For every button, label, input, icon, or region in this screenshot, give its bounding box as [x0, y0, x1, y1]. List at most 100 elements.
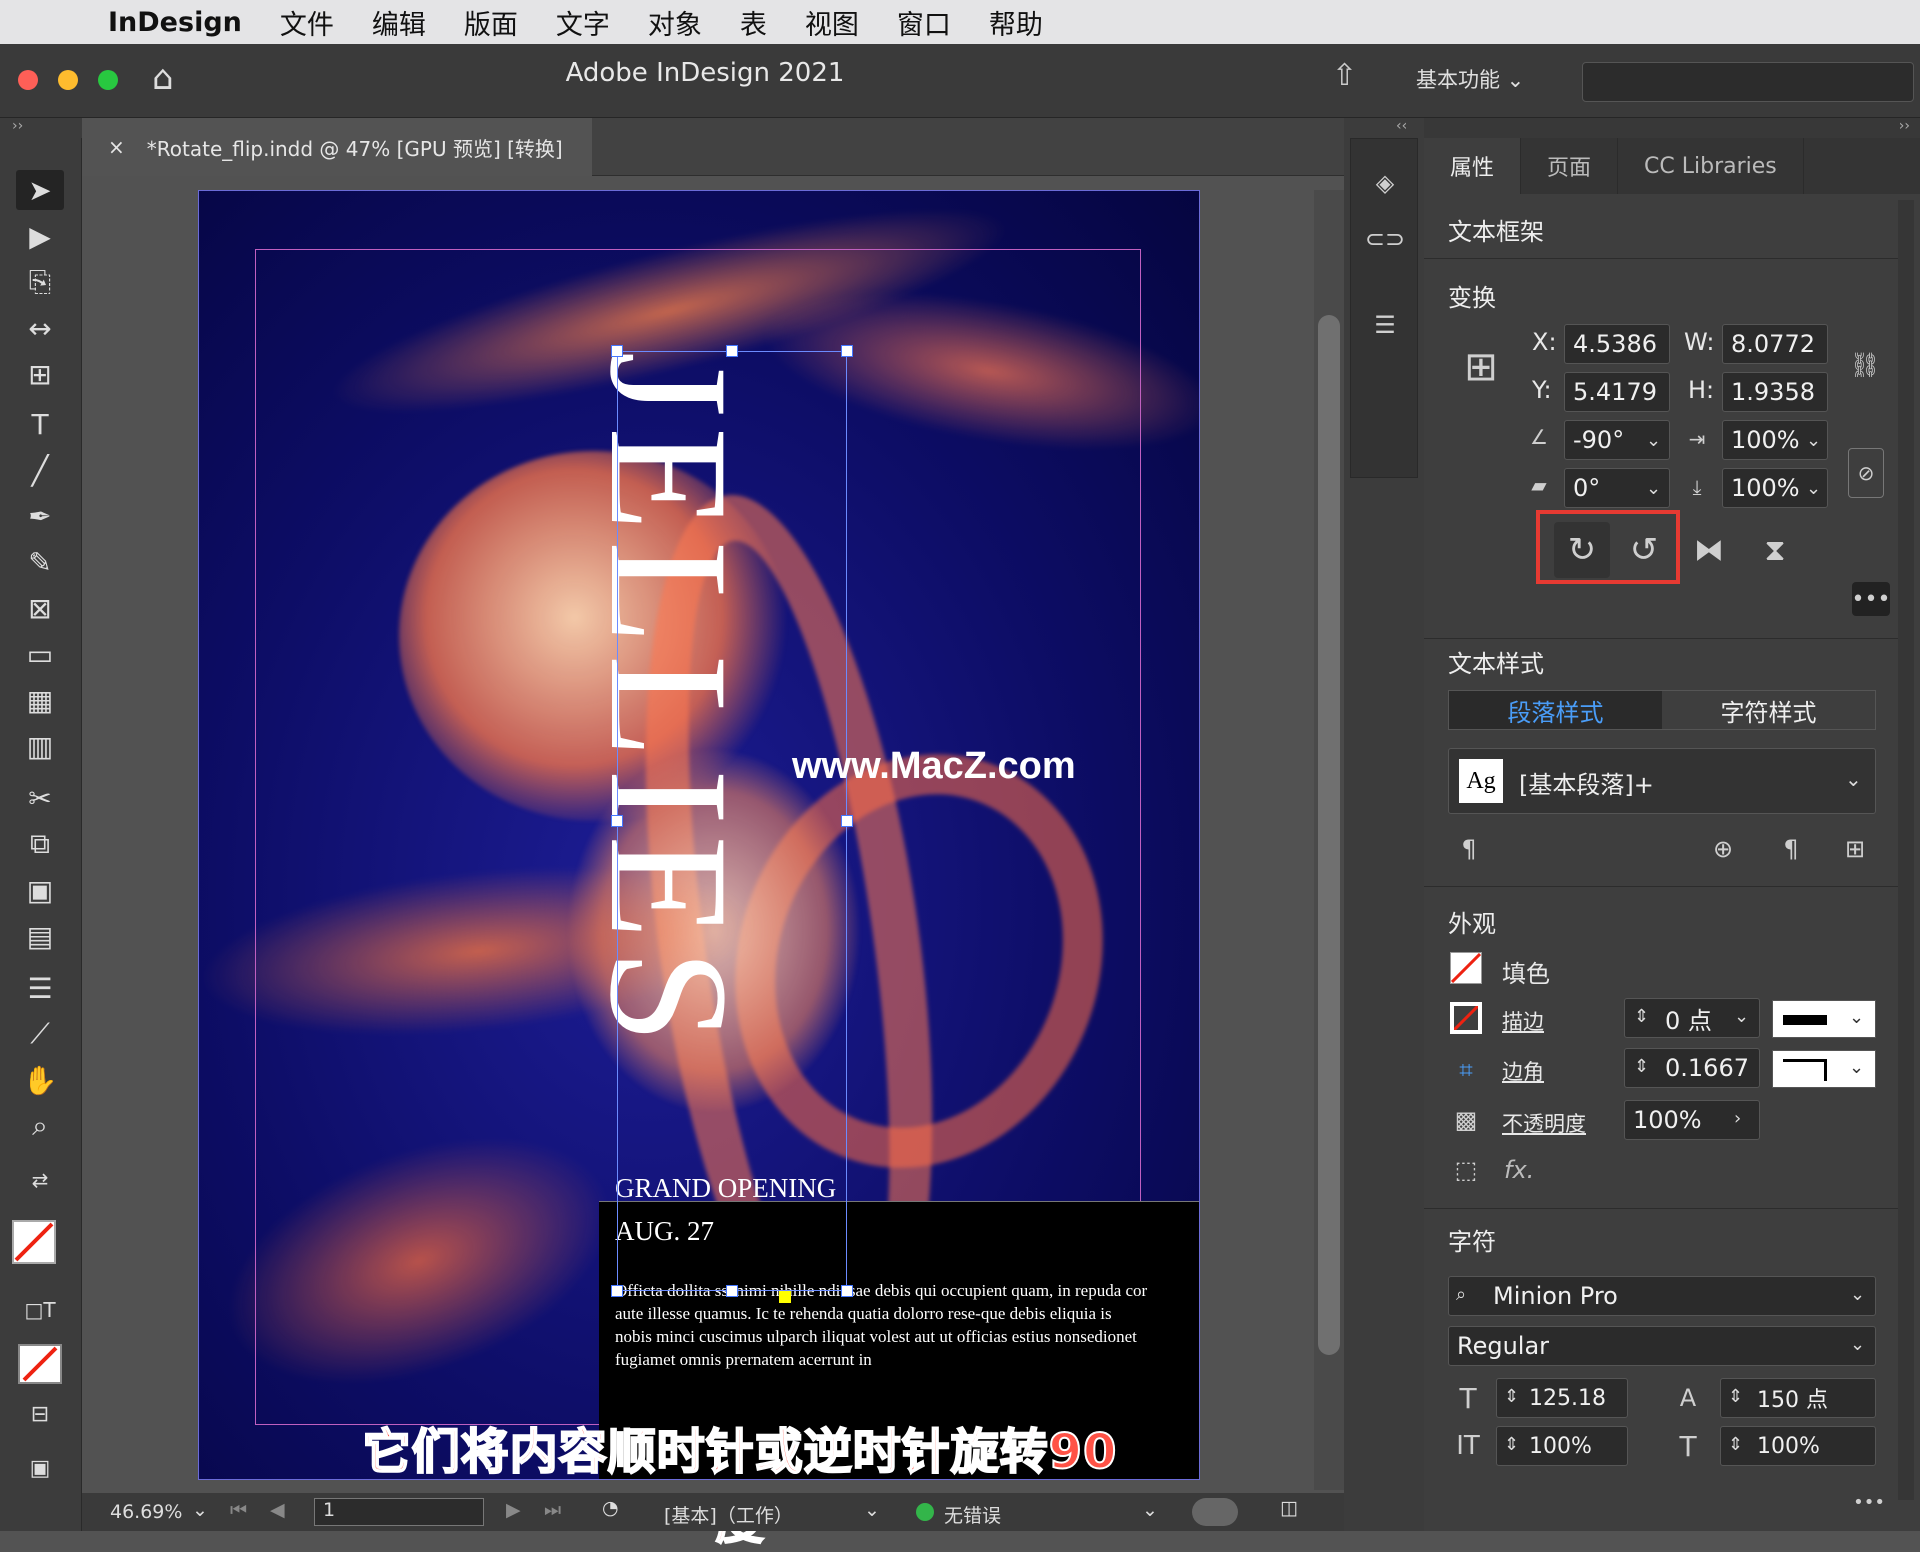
- resize-handle[interactable]: [726, 345, 738, 357]
- stepper-icon[interactable]: ⇕: [1728, 1434, 1743, 1455]
- h-field[interactable]: 1.9358: [1722, 372, 1828, 412]
- resize-handle[interactable]: [611, 1285, 623, 1297]
- menu-layout[interactable]: 版面: [464, 3, 518, 42]
- font-family-select[interactable]: Minion Pro: [1448, 1276, 1876, 1316]
- x-field[interactable]: 4.5386: [1564, 324, 1670, 364]
- preflight-profile-icon[interactable]: ◔: [602, 1497, 619, 1519]
- type-tool-icon[interactable]: T: [16, 404, 64, 444]
- out-port-icon[interactable]: [779, 1291, 791, 1303]
- menu-window[interactable]: 窗口: [897, 3, 951, 42]
- tab-character-styles[interactable]: 字符样式: [1662, 691, 1875, 729]
- scrollbar-thumb[interactable]: [1318, 315, 1340, 1355]
- links-icon[interactable]: ⊂⊃: [1365, 222, 1405, 256]
- chevron-down-icon[interactable]: ⌄: [864, 1499, 880, 1521]
- rectangle-tool-icon[interactable]: ▭: [16, 634, 64, 674]
- tab-properties[interactable]: 属性: [1424, 138, 1522, 194]
- font-style-select[interactable]: Regular: [1448, 1326, 1876, 1366]
- stroke-swatch-icon[interactable]: [1450, 1002, 1482, 1034]
- menu-type[interactable]: 文字: [556, 3, 610, 42]
- panel-collapse[interactable]: ››: [1424, 118, 1920, 138]
- resize-handle[interactable]: [841, 345, 853, 357]
- workspace-select[interactable]: 基本功能 ⌄: [1416, 64, 1524, 94]
- chevron-down-icon[interactable]: ⌄: [1806, 430, 1821, 451]
- stepper-icon[interactable]: ⇕: [1634, 1056, 1649, 1077]
- new-style-icon[interactable]: ⊕: [1706, 834, 1740, 864]
- resize-handle[interactable]: [841, 815, 853, 827]
- corner-label[interactable]: 边角: [1502, 1056, 1544, 1086]
- w-field[interactable]: 8.0772: [1722, 324, 1828, 364]
- previous-page-icon[interactable]: ◀: [270, 1499, 285, 1521]
- page-number-field[interactable]: 1: [314, 1498, 484, 1526]
- effects-icon[interactable]: fx.: [1504, 1156, 1534, 1184]
- stepper-icon[interactable]: ⇕: [1504, 1386, 1519, 1407]
- gradient-feather-tool-icon[interactable]: ▤: [16, 916, 64, 956]
- selection-tool-icon[interactable]: ➤: [16, 170, 64, 210]
- share-icon[interactable]: ⇧: [1332, 58, 1357, 93]
- toolbar-collapse[interactable]: ››: [0, 118, 82, 138]
- link-scale-icon[interactable]: ⊘: [1848, 448, 1884, 498]
- selected-text-frame-bounds[interactable]: [617, 351, 847, 1291]
- swap-fill-stroke-icon[interactable]: ⇄: [16, 1160, 64, 1200]
- corner-shape-select[interactable]: ⌄: [1772, 1050, 1876, 1088]
- resize-handle[interactable]: [726, 1285, 738, 1297]
- more-options-icon[interactable]: •••: [1853, 1490, 1885, 1514]
- chevron-down-icon[interactable]: ⌄: [1734, 1006, 1749, 1027]
- tab-paragraph-styles[interactable]: 段落样式: [1449, 691, 1662, 729]
- more-options-icon[interactable]: •••: [1852, 582, 1890, 616]
- menu-object[interactable]: 对象: [648, 3, 702, 42]
- zoom-tool-icon[interactable]: ⌕: [16, 1106, 64, 1146]
- page-tool-icon[interactable]: ⎘: [16, 262, 64, 302]
- collapse-icon[interactable]: ‹‹: [1396, 118, 1407, 134]
- stepper-icon[interactable]: ⇕: [1728, 1386, 1743, 1407]
- eyedropper-tool-icon[interactable]: ⟋: [16, 1014, 64, 1054]
- menu-table[interactable]: 表: [740, 3, 767, 42]
- first-page-icon[interactable]: ⏮: [230, 1499, 247, 1521]
- flip-horizontal-icon[interactable]: ⧓: [1684, 522, 1734, 578]
- chevron-right-icon[interactable]: ›: [1734, 1108, 1741, 1129]
- opacity-label[interactable]: 不透明度: [1502, 1108, 1586, 1138]
- master-label[interactable]: [基本]（工作）: [664, 1501, 793, 1528]
- toggle-switch[interactable]: [1192, 1498, 1238, 1526]
- panel-scrollbar[interactable]: [1898, 200, 1914, 1500]
- frame-fitting-icon[interactable]: ⬚: [1450, 1154, 1482, 1186]
- document-page[interactable]: GRAND OPENING AUG. 27 Officta dollita ss…: [198, 190, 1200, 1480]
- zoom-level[interactable]: 46.69%: [110, 1501, 182, 1523]
- rectangle-frame-tool-icon[interactable]: ⊠: [16, 588, 64, 628]
- chevron-down-icon[interactable]: ⌄: [1646, 478, 1661, 499]
- corner-options-icon[interactable]: ⌗: [1450, 1054, 1482, 1086]
- pencil-tool-icon[interactable]: ✎: [16, 542, 64, 582]
- scissors-tool-icon[interactable]: ✂: [16, 778, 64, 818]
- chevron-down-icon[interactable]: ⌄: [1142, 1499, 1158, 1521]
- document-tab[interactable]: × *Rotate_flip.indd @ 47% [GPU 预览] [转换]: [82, 118, 592, 176]
- chevron-down-icon[interactable]: ⌄: [1850, 1284, 1865, 1305]
- gap-tool-icon[interactable]: ↔: [16, 308, 64, 348]
- resize-handle[interactable]: [611, 815, 623, 827]
- stepper-icon[interactable]: ⇕: [1634, 1006, 1649, 1027]
- table-tool-icon[interactable]: ▦: [16, 680, 64, 720]
- chevron-down-icon[interactable]: ⌄: [192, 1499, 208, 1521]
- search-input[interactable]: [1582, 62, 1914, 102]
- chevron-down-icon[interactable]: ⌄: [1806, 478, 1821, 499]
- split-view-icon[interactable]: ◫: [1280, 1497, 1298, 1519]
- hand-tool-icon[interactable]: ✋: [16, 1060, 64, 1100]
- flip-vertical-icon[interactable]: ⧗: [1750, 522, 1800, 578]
- resize-handle[interactable]: [611, 345, 623, 357]
- chevron-down-icon[interactable]: ⌄: [1646, 430, 1661, 451]
- add-icon[interactable]: ⊞: [1840, 834, 1870, 864]
- leading-field[interactable]: 150 点: [1720, 1378, 1876, 1418]
- clear-overrides-icon[interactable]: ¶: [1774, 834, 1808, 864]
- constrain-proportions-icon[interactable]: ⛓: [1850, 350, 1880, 380]
- screen-mode-icon[interactable]: ▣: [16, 1448, 64, 1488]
- menu-view[interactable]: 视图: [805, 3, 859, 42]
- horizontal-scale-field[interactable]: 100%: [1720, 1426, 1876, 1466]
- layers-icon[interactable]: ◈: [1368, 166, 1402, 200]
- free-transform-tool-icon[interactable]: ⧉: [16, 824, 64, 864]
- close-tab-icon[interactable]: ×: [108, 135, 125, 159]
- grid-tool-icon[interactable]: ▥: [16, 726, 64, 766]
- stepper-icon[interactable]: ⇕: [1504, 1434, 1519, 1455]
- content-collector-icon[interactable]: ⊞: [16, 354, 64, 394]
- menu-edit[interactable]: 编辑: [372, 3, 426, 42]
- chevron-down-icon[interactable]: ⌄: [1850, 1334, 1865, 1355]
- menu-file[interactable]: 文件: [280, 3, 334, 42]
- stroke-label[interactable]: 描边: [1502, 1006, 1544, 1036]
